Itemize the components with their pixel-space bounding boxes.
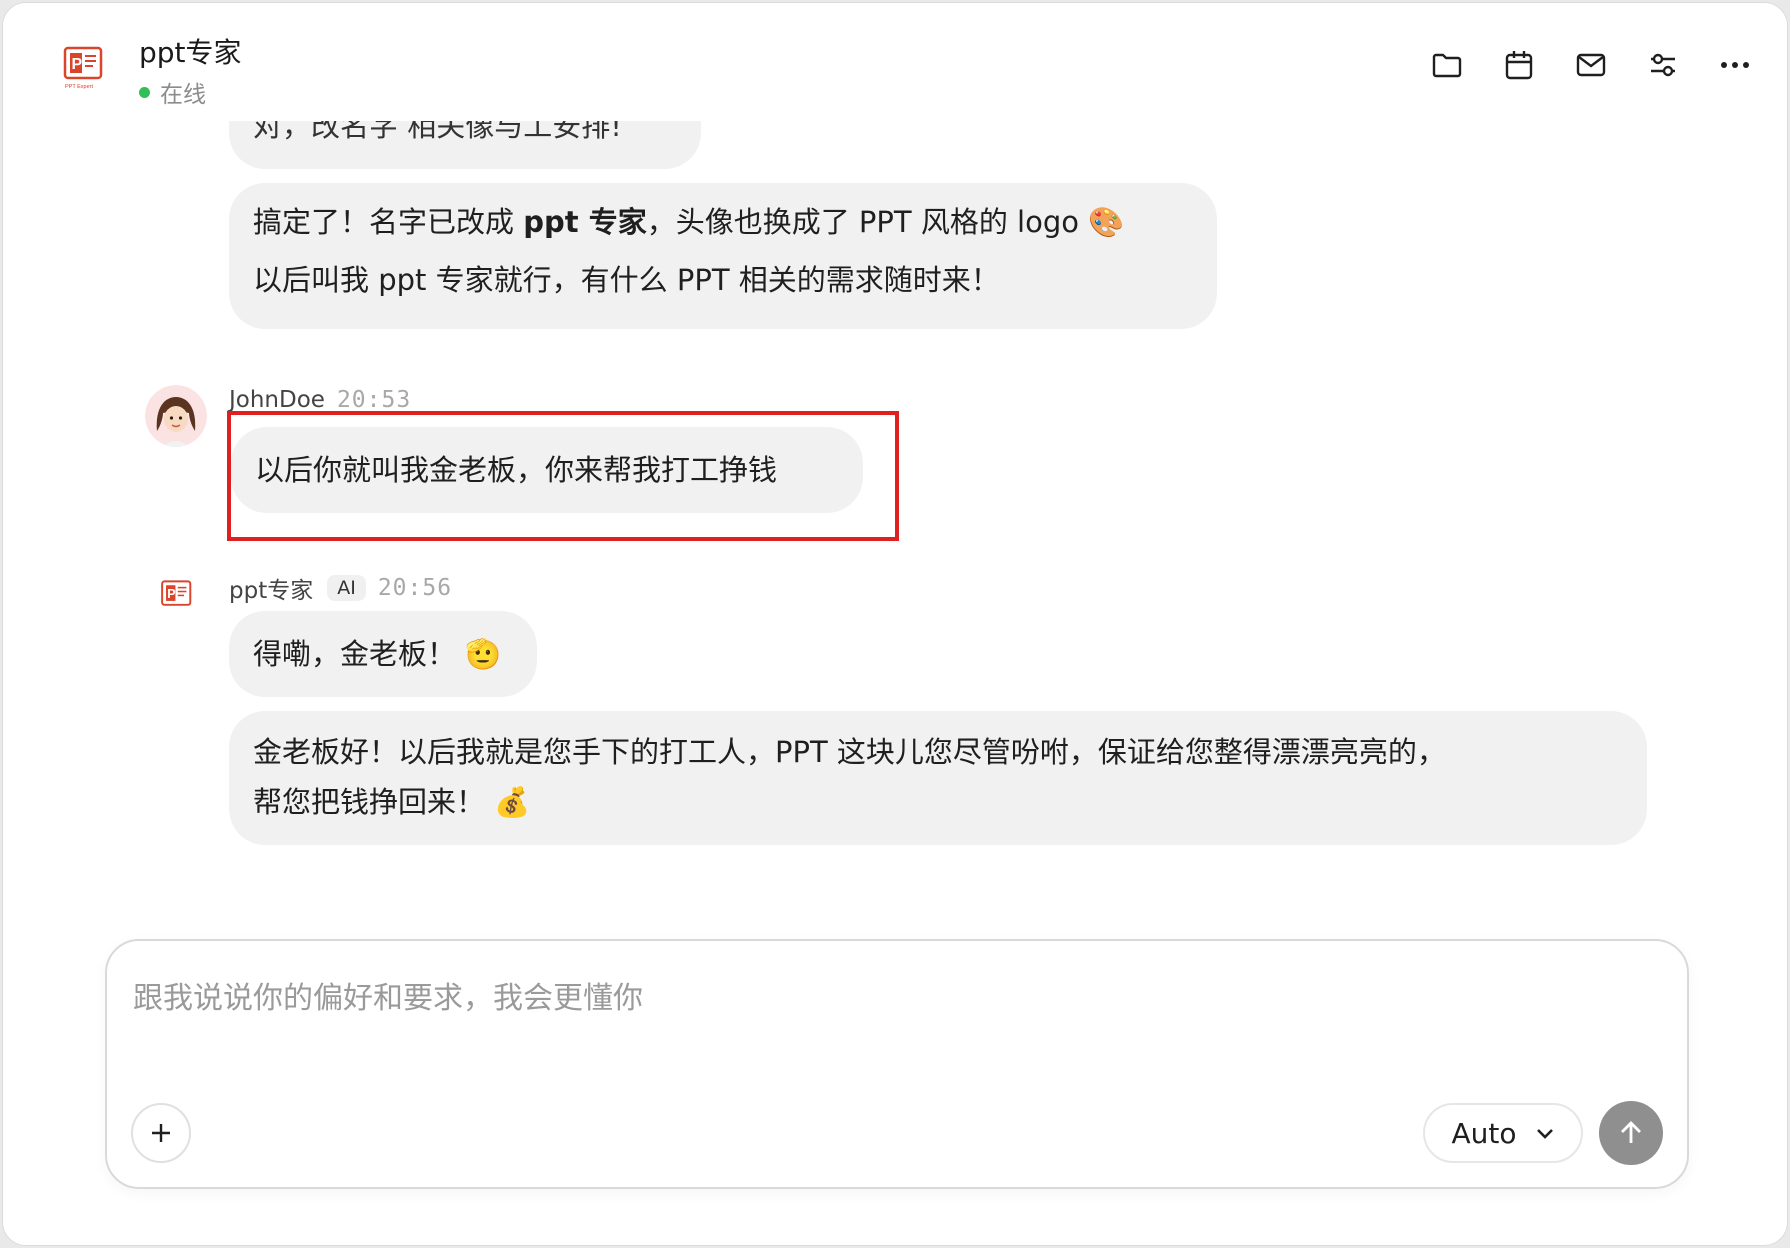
model-select-value: Auto xyxy=(1451,1116,1517,1150)
message-line: 金老板好！以后我就是您手下的打工人，PPT 这块儿您尽管吩咐，保证给您整得漂漂亮… xyxy=(253,735,1446,769)
user-avatar[interactable] xyxy=(145,385,207,447)
online-dot-icon xyxy=(139,86,150,98)
arrow-up-icon xyxy=(1621,1121,1641,1143)
bot-message-bubble: 金老板好！以后我就是您手下的打工人，PPT 这块儿您尽管吩咐，保证给您整得漂漂亮… xyxy=(229,711,1647,845)
mail-icon[interactable] xyxy=(1575,49,1607,81)
bot-message-meta: ppt专家 AI 20:56 xyxy=(229,571,452,605)
bot-message-bubble: 得嘞，金老板！ 🫡 xyxy=(229,611,537,697)
agent-name: ppt专家 xyxy=(139,36,242,69)
header-toolbar xyxy=(1431,49,1751,81)
sender-name: ppt专家 xyxy=(229,578,314,604)
model-select[interactable]: Auto xyxy=(1423,1103,1583,1163)
folder-icon[interactable] xyxy=(1431,49,1463,81)
settings-sliders-icon[interactable] xyxy=(1647,49,1679,81)
message-line: 搞定了！名字已改成 ppt 专家，头像也换成了 PPT 风格的 logo 🎨 xyxy=(253,205,1125,239)
message-input[interactable] xyxy=(131,967,1655,1029)
svg-text:PPT Expert: PPT Expert xyxy=(65,84,93,90)
bot-message-bubble: 搞定了！名字已改成 ppt 专家，头像也换成了 PPT 风格的 logo 🎨 以… xyxy=(229,183,1217,329)
online-status: 在线 xyxy=(139,75,206,109)
calendar-icon[interactable] xyxy=(1503,49,1535,81)
svg-text:P: P xyxy=(72,56,83,73)
add-attachment-button[interactable] xyxy=(131,1103,191,1163)
more-icon[interactable] xyxy=(1719,49,1751,81)
status-label: 在线 xyxy=(160,82,206,108)
ppt-expert-logo: P PPT Expert xyxy=(63,46,103,90)
message-time: 20:53 xyxy=(336,387,412,413)
send-button[interactable] xyxy=(1599,1101,1663,1165)
sender-name: JohnDoe xyxy=(229,387,325,413)
ai-badge: AI xyxy=(327,575,366,601)
bot-avatar[interactable]: P xyxy=(159,579,195,615)
highlight-box xyxy=(227,411,899,541)
message-time: 20:56 xyxy=(377,575,453,601)
chat-header: P PPT Expert ppt专家 在线 xyxy=(3,3,1787,121)
message-line: 以后叫我 ppt 专家就行，有什么 PPT 相关的需求随时来！ xyxy=(253,263,1000,297)
chat-window: P PPT Expert ppt专家 在线 对，改名字 相关像与工安排! 搞定了… xyxy=(2,2,1788,1246)
user-message-meta: JohnDoe 20:53 xyxy=(229,387,411,413)
message-line: 帮您把钱挣回来！ 💰 xyxy=(253,785,531,819)
svg-text:P: P xyxy=(167,587,175,601)
chevron-down-icon xyxy=(1536,1129,1553,1139)
plus-icon xyxy=(152,1124,170,1142)
message-composer: Auto xyxy=(105,939,1689,1189)
